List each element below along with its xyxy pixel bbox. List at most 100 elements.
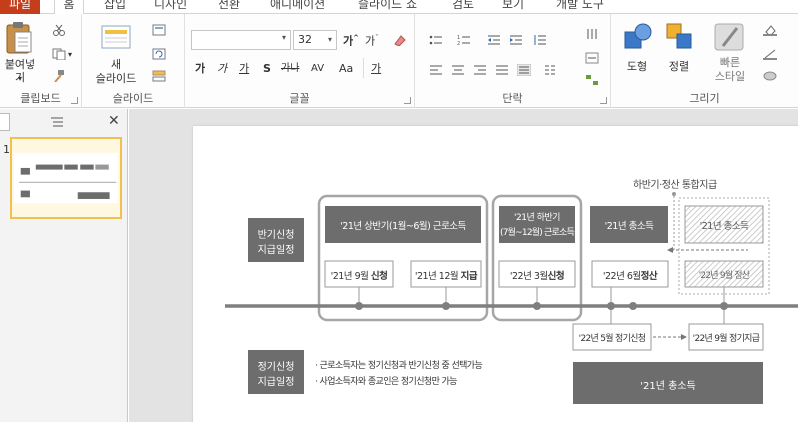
strikethrough-button[interactable]: 가나 bbox=[281, 62, 299, 75]
font-name-combobox[interactable]: ▾ bbox=[191, 30, 291, 50]
align-center-icon[interactable] bbox=[451, 64, 465, 76]
format-painter-icon[interactable] bbox=[52, 70, 66, 82]
grow-font-button[interactable]: 가^ bbox=[343, 32, 359, 48]
pay-box-text: '22년 9월 정기지급 bbox=[692, 334, 760, 344]
new-slide-icon[interactable] bbox=[100, 22, 132, 50]
pane-tabs: ✕ bbox=[0, 113, 128, 133]
tab-insert[interactable]: 삽입 bbox=[104, 0, 126, 14]
quick-styles-icon[interactable] bbox=[713, 20, 747, 54]
font-size-dropdown-icon[interactable]: ▾ bbox=[328, 31, 332, 49]
box3-sub-pre: '22년 6월 bbox=[602, 271, 641, 282]
shapes-button[interactable]: 도형 bbox=[617, 60, 657, 73]
columns-icon[interactable] bbox=[543, 64, 557, 76]
align-text-icon[interactable] bbox=[585, 52, 599, 64]
italic-button[interactable]: 가 bbox=[217, 62, 227, 75]
box1-sub2-pre: '21년 12월 bbox=[414, 271, 459, 282]
ribbon: 붙여넣기 ▾ ▾ 클립보드 새 슬라이드 슬라이드 ▾ 32 ▾ 가^ 가ˇ 가… bbox=[0, 14, 798, 108]
slide-canvas[interactable]: 하반기·정산 통합지급 반기신청 지급일정 '21년 상반기(1월~6월) 근로… bbox=[193, 126, 798, 422]
outline-tab-icon[interactable] bbox=[50, 116, 64, 128]
align-right-icon[interactable] bbox=[473, 64, 487, 76]
bold-button[interactable]: 가 bbox=[195, 62, 205, 75]
slides-tab[interactable] bbox=[0, 113, 10, 131]
font-size-combobox[interactable]: 32 ▾ bbox=[293, 30, 337, 50]
timeline-node-3 bbox=[533, 302, 541, 310]
bullets-icon[interactable] bbox=[429, 34, 443, 46]
slides-group: 새 슬라이드 슬라이드 bbox=[82, 14, 185, 108]
tab-animations[interactable]: 애니메이션 bbox=[270, 0, 325, 14]
drawing-group: 도형 정렬 빠른 스타일 그리기 bbox=[611, 14, 798, 108]
font-launcher-icon[interactable] bbox=[404, 97, 411, 104]
timeline-node-4 bbox=[607, 302, 615, 310]
numbering-icon[interactable]: 12 bbox=[457, 34, 471, 46]
distributed-icon[interactable] bbox=[517, 64, 531, 76]
shrink-font-button[interactable]: 가ˇ bbox=[365, 32, 379, 48]
font-separator bbox=[363, 58, 364, 78]
slide-thumbnail[interactable] bbox=[10, 137, 122, 219]
tab-file[interactable]: 파일 bbox=[0, 0, 40, 14]
line-spacing-icon[interactable] bbox=[533, 34, 547, 46]
paragraph-launcher-icon[interactable] bbox=[600, 97, 607, 104]
new-slide-line1[interactable]: 새 bbox=[86, 58, 146, 71]
quick-styles-line1[interactable]: 빠른 bbox=[707, 56, 753, 69]
align-left-icon[interactable] bbox=[429, 64, 443, 76]
tab-review[interactable]: 검토 bbox=[452, 0, 474, 14]
increase-indent-icon[interactable] bbox=[509, 34, 523, 46]
timeline-node-5 bbox=[629, 302, 637, 310]
shapes-icon[interactable] bbox=[623, 22, 653, 52]
tab-home[interactable]: 홈 bbox=[54, 0, 84, 14]
box3-sub-bold: 정산 bbox=[640, 271, 658, 282]
smartart-icon[interactable] bbox=[585, 74, 599, 86]
quick-styles-button[interactable]: 스타일 bbox=[707, 70, 753, 83]
paragraph-group-label: 단락 bbox=[502, 92, 523, 105]
box3-sub: '22년 6월정산 bbox=[592, 268, 668, 282]
font-name-dropdown-icon[interactable]: ▾ bbox=[282, 33, 286, 42]
text-direction-icon[interactable] bbox=[585, 28, 599, 40]
row2-label-line2: 지급일정 bbox=[257, 377, 295, 388]
tab-design[interactable]: 디자인 bbox=[154, 0, 187, 14]
slide-workspace: 하반기·정산 통합지급 반기신청 지급일정 '21년 상반기(1월~6월) 근로… bbox=[129, 109, 798, 422]
clear-formatting-icon[interactable] bbox=[393, 34, 407, 46]
copy-dropdown-icon[interactable]: ▾ bbox=[68, 48, 72, 61]
drawing-group-label: 그리기 bbox=[689, 92, 720, 105]
section-icon[interactable] bbox=[152, 70, 166, 82]
clipboard-launcher-icon[interactable] bbox=[71, 97, 78, 104]
bullet-1: · 근로소득자는 정기신청과 반기신청 중 선택가능 bbox=[315, 361, 483, 371]
tab-developer[interactable]: 개발 도구 bbox=[556, 0, 604, 14]
justify-icon[interactable] bbox=[495, 64, 509, 76]
shadow-button[interactable]: S bbox=[263, 62, 271, 75]
ribbon-tab-bar: 파일 홈 삽입 디자인 전환 애니메이션 슬라이드 쇼 검토 보기 개발 도구 bbox=[0, 0, 798, 14]
row2-label-line1: 정기신청 bbox=[257, 362, 295, 373]
settlement-dot bbox=[672, 192, 676, 196]
box1-sub1: '21년 9월 신청 bbox=[325, 268, 393, 282]
cut-icon[interactable] bbox=[52, 24, 66, 36]
close-pane-icon[interactable]: ✕ bbox=[108, 113, 120, 129]
font-group: ▾ 32 ▾ 가^ 가ˇ 가 가 가 S 가나 AV Aa 가 글꼴 bbox=[185, 14, 415, 108]
tab-view[interactable]: 보기 bbox=[502, 0, 524, 14]
arrange-button[interactable]: 정렬 bbox=[659, 60, 699, 73]
arrange-icon[interactable] bbox=[665, 22, 695, 52]
reset-icon[interactable] bbox=[152, 48, 166, 60]
slide-thumbnail-preview bbox=[14, 152, 118, 204]
decrease-indent-icon[interactable] bbox=[487, 34, 501, 46]
apply-pay-arrow-head-icon bbox=[681, 334, 687, 340]
change-case-button[interactable]: Aa bbox=[339, 62, 353, 75]
box1-sub1-pre: '21년 9월 bbox=[330, 271, 369, 282]
clipboard-group-label: 클립보드 bbox=[20, 92, 61, 105]
bullet-2: · 사업소득자와 종교인은 정기신청만 가능 bbox=[315, 377, 457, 387]
shape-effects-icon[interactable] bbox=[763, 70, 777, 82]
shape-fill-icon[interactable] bbox=[763, 24, 777, 36]
paste-dropdown-icon[interactable]: ▾ bbox=[14, 72, 26, 85]
new-slide-button[interactable]: 슬라이드 bbox=[86, 72, 146, 85]
underline-button[interactable]: 가 bbox=[239, 62, 249, 75]
font-color-button[interactable]: 가 bbox=[371, 62, 381, 75]
copy-icon[interactable] bbox=[52, 48, 66, 60]
tab-transitions[interactable]: 전환 bbox=[218, 0, 240, 14]
box1-sub2-bold: 지급 bbox=[460, 271, 478, 282]
character-spacing-button[interactable]: AV bbox=[311, 62, 324, 75]
box4-title: '21년 총소득 bbox=[699, 221, 749, 232]
box2-sub-pre: '22년 3월 bbox=[509, 271, 548, 282]
paste-icon[interactable] bbox=[4, 20, 34, 56]
shape-outline-icon[interactable] bbox=[763, 48, 777, 60]
tab-slideshow[interactable]: 슬라이드 쇼 bbox=[358, 0, 417, 14]
layout-icon[interactable] bbox=[152, 24, 166, 36]
